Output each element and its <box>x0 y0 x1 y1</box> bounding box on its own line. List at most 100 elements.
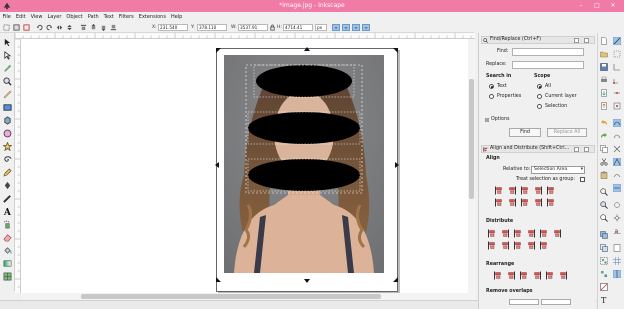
paint-bucket-tool-icon[interactable] <box>3 246 12 255</box>
vertical-scroll-thumb[interactable] <box>469 79 474 199</box>
snap-rotation-center-icon[interactable] <box>613 214 621 222</box>
select-all-icon[interactable] <box>3 24 10 31</box>
snap-guide-icon[interactable] <box>613 270 621 278</box>
exchange-clockwise-icon[interactable] <box>506 271 516 280</box>
snap-nodes-icon[interactable] <box>613 119 621 127</box>
clone-icon[interactable] <box>600 244 608 252</box>
distribute-centers-icon[interactable] <box>500 229 510 238</box>
menu-file[interactable]: File <box>0 12 13 20</box>
options-label[interactable]: Options <box>491 117 510 122</box>
snap-toggle-icon[interactable] <box>613 37 621 45</box>
lower-icon[interactable] <box>100 24 107 31</box>
distribute-left-edges-icon[interactable] <box>487 229 497 238</box>
ungroup-icon[interactable] <box>600 270 608 278</box>
unit-select[interactable]: px <box>315 24 327 31</box>
rectangle-tool-icon[interactable] <box>3 103 12 112</box>
align-anchor-left-icon[interactable] <box>520 198 530 207</box>
snap-path-icon[interactable] <box>613 132 621 140</box>
rotate-cw-icon[interactable] <box>46 24 53 31</box>
distribute-horizontal-centers-icon[interactable] <box>513 241 523 250</box>
node-tool-icon[interactable] <box>3 51 12 60</box>
unclump-icon[interactable] <box>545 271 555 280</box>
group-icon[interactable] <box>600 257 608 265</box>
search-in-properties-radio[interactable] <box>489 94 494 99</box>
select-tool-icon[interactable] <box>3 38 12 47</box>
gradient-tool-icon[interactable] <box>3 259 12 268</box>
snap-object-center-icon[interactable] <box>613 201 621 209</box>
snap-text-baseline-icon[interactable]: a <box>613 227 621 235</box>
measure-tool-icon[interactable] <box>3 90 12 99</box>
menu-path[interactable]: Path <box>85 12 101 20</box>
duplicate-icon[interactable] <box>600 231 608 239</box>
randomize-positions-icon[interactable] <box>532 271 542 280</box>
horizontal-scroll-thumb[interactable] <box>81 294 381 299</box>
align-top-edges-icon[interactable] <box>533 186 543 195</box>
align-baseline-icon[interactable] <box>507 198 517 207</box>
zoom-selection-icon[interactable] <box>600 188 608 196</box>
snap-grid-icon[interactable] <box>613 257 621 265</box>
distribute-bottom-edges-icon[interactable] <box>487 241 497 250</box>
align-panel-close-button[interactable] <box>584 147 589 152</box>
snap-bbox-midpoint-icon[interactable] <box>613 89 621 97</box>
export-icon[interactable] <box>600 102 608 110</box>
h-field[interactable]: 4714.41 <box>283 24 313 31</box>
raise-to-top-icon[interactable] <box>80 24 87 31</box>
rotate-ccw-icon[interactable] <box>36 24 43 31</box>
scope-current-layer-radio[interactable] <box>537 94 542 99</box>
menu-layer[interactable]: Layer <box>45 12 64 20</box>
deselect-icon[interactable] <box>23 24 30 31</box>
snap-bbox-icon[interactable] <box>613 50 621 58</box>
remove-overlaps-v-field[interactable] <box>541 299 571 305</box>
print-icon[interactable] <box>600 76 608 84</box>
snap-bbox-center-icon[interactable] <box>613 102 621 110</box>
save-icon[interactable] <box>600 63 608 71</box>
new-document-icon[interactable] <box>600 37 608 45</box>
exchange-positions-icon[interactable] <box>493 271 503 280</box>
align-centers-horizontal-icon[interactable] <box>546 186 556 195</box>
snap-midpoint-icon[interactable] <box>613 184 621 192</box>
panel-close-button[interactable] <box>584 38 589 43</box>
scale-corners-toggle[interactable]: ≡ <box>342 24 350 31</box>
align-left-edges-icon[interactable] <box>494 186 504 195</box>
replace-all-button[interactable]: Replace All <box>547 128 587 137</box>
spiral-tool-icon[interactable] <box>3 155 12 164</box>
flip-horizontal-icon[interactable] <box>56 24 63 31</box>
zoom-tool-icon[interactable] <box>3 77 12 86</box>
import-icon[interactable] <box>600 89 608 97</box>
cut-icon[interactable] <box>600 158 608 166</box>
scope-selection-radio[interactable] <box>537 104 542 109</box>
distribute-right-edges-icon[interactable] <box>513 229 523 238</box>
rearrange-graph-icon[interactable] <box>558 271 568 280</box>
minimize-button[interactable]: – <box>576 1 586 11</box>
menu-text[interactable]: Text <box>101 12 116 20</box>
redo-icon[interactable] <box>600 132 608 140</box>
zoom-drawing-icon[interactable] <box>600 201 608 209</box>
fill-stroke-icon[interactable] <box>600 283 608 291</box>
align-bottom-edges-icon[interactable] <box>494 198 504 207</box>
align-text-anchor-icon[interactable] <box>546 198 556 207</box>
mesh-tool-icon[interactable] <box>3 272 12 281</box>
distribute-baselines-icon[interactable] <box>552 229 562 238</box>
distribute-spacing-icon[interactable] <box>526 241 536 250</box>
pen-tool-icon[interactable] <box>3 181 12 190</box>
close-button[interactable]: ✕ <box>608 1 618 11</box>
tweak-tool-icon[interactable] <box>3 64 12 73</box>
move-patterns-toggle[interactable]: ≡ <box>362 24 370 31</box>
text-font-icon[interactable]: T <box>600 296 608 304</box>
panel-iconify-button[interactable] <box>574 38 579 43</box>
zoom-page-icon[interactable] <box>600 214 608 222</box>
eraser-tool-icon[interactable] <box>3 233 12 242</box>
maximize-button[interactable]: □ <box>592 1 602 11</box>
calligraphy-tool-icon[interactable] <box>3 194 12 203</box>
relative-to-select[interactable]: Selection Area ▾ <box>531 166 585 174</box>
align-right-edges-icon[interactable] <box>520 186 530 195</box>
snap-cusp-icon[interactable] <box>613 158 621 166</box>
find-button[interactable]: Find <box>509 128 541 137</box>
remove-overlaps-h-field[interactable] <box>509 299 539 305</box>
replace-input[interactable] <box>512 61 584 69</box>
search-in-text-radio[interactable] <box>489 84 494 89</box>
align-centers-vertical-icon[interactable] <box>507 186 517 195</box>
ellipse-tool-icon[interactable] <box>3 129 12 138</box>
distribute-top-edges-icon[interactable] <box>539 229 549 238</box>
x-field[interactable]: 231.540 <box>158 24 188 31</box>
